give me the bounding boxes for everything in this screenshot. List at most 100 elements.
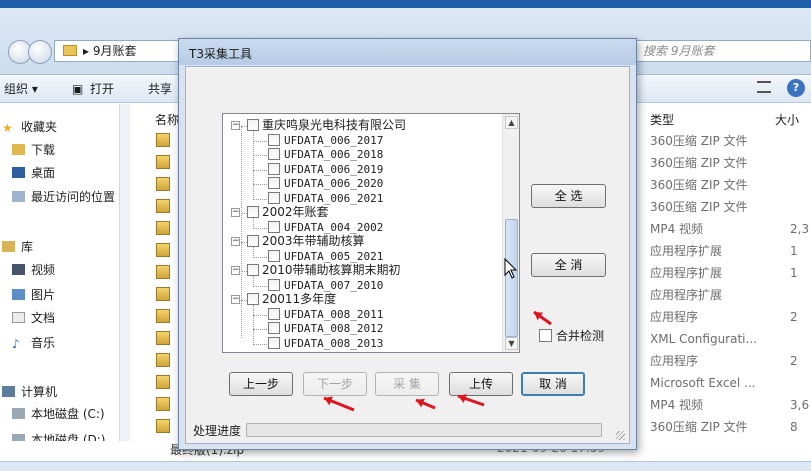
file-row[interactable]: MP4 视频 2,3 bbox=[650, 218, 811, 240]
view-options-icon[interactable] bbox=[757, 81, 771, 93]
tree-expander-icon[interactable]: − bbox=[231, 208, 240, 217]
tree-leaf-checkbox[interactable] bbox=[268, 177, 280, 189]
file-icon[interactable] bbox=[156, 309, 170, 323]
scroll-up-arrow-icon[interactable]: ▲ bbox=[505, 116, 518, 129]
sidebar-item-drive-c[interactable]: 本地磁盘 (C:) bbox=[12, 405, 105, 423]
tree-leaf-checkbox[interactable] bbox=[268, 162, 280, 175]
pictures-icon bbox=[12, 289, 25, 300]
merge-check-box[interactable] bbox=[539, 329, 552, 342]
organize-button[interactable]: 组织 ▾ bbox=[4, 80, 38, 98]
column-header-type[interactable]: 类型 bbox=[650, 111, 674, 128]
breadcrumb[interactable]: 9月账套 bbox=[93, 44, 137, 58]
dialog-title-bar[interactable]: T3采集工具 bbox=[179, 39, 636, 65]
tree-expander-icon[interactable]: − bbox=[231, 237, 240, 246]
tree-leaf-checkbox[interactable] bbox=[268, 220, 280, 233]
file-icon[interactable] bbox=[156, 177, 170, 191]
sidebar-item-favorites[interactable]: ★ 收藏夹 bbox=[2, 118, 57, 136]
file-row[interactable]: 应用程序扩展 bbox=[650, 284, 811, 306]
file-row[interactable]: 应用程序 2 bbox=[650, 306, 811, 328]
help-icon[interactable]: ? bbox=[787, 79, 805, 97]
file-row[interactable]: Microsoft Excel ... bbox=[650, 372, 811, 394]
prev-step-button[interactable]: 上一步 bbox=[229, 372, 293, 396]
file-icon[interactable] bbox=[156, 287, 170, 301]
tree-leaf-checkbox[interactable] bbox=[268, 336, 280, 349]
file-row[interactable]: 360压缩 ZIP 文件 8 bbox=[650, 416, 811, 438]
tree-expander-icon[interactable]: − bbox=[231, 121, 240, 130]
open-button[interactable]: 打开 bbox=[90, 80, 114, 98]
file-icon[interactable] bbox=[156, 155, 170, 169]
tree-expander-icon[interactable]: − bbox=[231, 295, 240, 304]
upload-button[interactable]: 上传 bbox=[449, 372, 513, 396]
column-header-size[interactable]: 大小 bbox=[775, 111, 799, 128]
sidebar-item-recent[interactable]: 最近访问的位置 bbox=[12, 188, 115, 206]
tree-node-checkbox[interactable] bbox=[247, 293, 259, 305]
sidebar-item-documents[interactable]: 文档 bbox=[12, 309, 55, 327]
forward-button[interactable] bbox=[28, 40, 52, 64]
file-row[interactable]: 360压缩 ZIP 文件 bbox=[650, 196, 811, 218]
file-row[interactable]: 360压缩 ZIP 文件 bbox=[650, 174, 811, 196]
tree-node[interactable]: − 2003年带辅助核算 bbox=[223, 234, 503, 249]
file-row[interactable]: 360压缩 ZIP 文件 bbox=[650, 130, 811, 152]
tree-connector bbox=[253, 169, 267, 171]
resize-grip-icon[interactable] bbox=[616, 431, 625, 440]
sidebar-item-desktop[interactable]: 桌面 bbox=[12, 164, 55, 182]
search-input[interactable]: 搜索 9月账套 bbox=[636, 40, 811, 62]
share-button[interactable]: 共享 bbox=[148, 80, 172, 98]
tree-leaf-checkbox[interactable] bbox=[268, 322, 280, 334]
tree-scrollbar[interactable]: ▲ ▼ bbox=[502, 114, 519, 352]
collect-button[interactable]: 采 集 bbox=[375, 372, 439, 396]
tree-leaf-checkbox[interactable] bbox=[268, 133, 280, 146]
column-header-name[interactable]: 名称 bbox=[155, 111, 179, 128]
sidebar-item-libraries[interactable]: 库 bbox=[2, 238, 33, 256]
address-bar[interactable]: ▸ 9月账套 bbox=[54, 40, 182, 62]
file-icon[interactable] bbox=[156, 265, 170, 279]
sidebar-item-videos[interactable]: 视频 bbox=[12, 261, 55, 279]
file-row[interactable]: MP4 视频 3,6 bbox=[650, 394, 811, 416]
tree-node[interactable]: − 重庆鸣泉光电科技有限公司 bbox=[223, 118, 503, 133]
select-all-button[interactable]: 全 选 bbox=[531, 184, 606, 208]
file-icon[interactable] bbox=[156, 397, 170, 411]
tree-leaf-checkbox[interactable] bbox=[268, 191, 280, 204]
file-row[interactable]: 360压缩 ZIP 文件 bbox=[650, 152, 811, 174]
tree-node-checkbox[interactable] bbox=[247, 264, 259, 276]
merge-check-checkbox[interactable]: 合并检测 bbox=[539, 329, 604, 343]
file-icon[interactable] bbox=[156, 133, 170, 147]
tree-node-checkbox[interactable] bbox=[247, 235, 259, 247]
tree-connector bbox=[253, 131, 254, 200]
file-icon[interactable] bbox=[156, 353, 170, 367]
file-row[interactable]: 应用程序 2 bbox=[650, 350, 811, 372]
file-row[interactable]: XML Configurati... bbox=[650, 328, 811, 350]
account-tree[interactable]: − 重庆鸣泉光电科技有限公司 UFDATA_006_2017 UFDATA_006_2… bbox=[222, 113, 520, 353]
tree-node[interactable]: − 2002年账套 bbox=[223, 205, 503, 220]
file-icon[interactable] bbox=[156, 243, 170, 257]
tree-leaf-checkbox[interactable] bbox=[268, 148, 280, 160]
scroll-down-arrow-icon[interactable]: ▼ bbox=[505, 337, 518, 350]
tree-leaf-checkbox[interactable] bbox=[268, 307, 280, 320]
documents-icon bbox=[12, 312, 25, 323]
file-row[interactable]: 应用程序扩展 1 bbox=[650, 262, 811, 284]
tree-node-label: 2003年带辅助核算 bbox=[262, 234, 365, 248]
tree-leaf-checkbox[interactable] bbox=[268, 249, 280, 262]
sidebar-item-computer[interactable]: 计算机 bbox=[2, 383, 57, 401]
file-icon[interactable] bbox=[156, 221, 170, 235]
file-icon[interactable] bbox=[156, 199, 170, 213]
dialog-title: T3采集工具 bbox=[189, 47, 252, 61]
file-icon[interactable] bbox=[156, 419, 170, 433]
file-row[interactable]: 应用程序扩展 1 bbox=[650, 240, 811, 262]
tree-node-checkbox[interactable] bbox=[247, 206, 259, 218]
file-icon[interactable] bbox=[156, 375, 170, 389]
tree-leaf-checkbox[interactable] bbox=[268, 278, 280, 291]
tree-node[interactable]: − 2010带辅助核算期末期初 bbox=[223, 263, 503, 278]
file-type: 应用程序扩展 bbox=[650, 288, 723, 302]
navigation-scrollbar[interactable] bbox=[119, 104, 130, 464]
tree-node-checkbox[interactable] bbox=[247, 119, 259, 131]
tree-node[interactable]: − 20011多年度 bbox=[223, 292, 503, 307]
next-step-button[interactable]: 下一步 bbox=[303, 372, 367, 396]
sidebar-item-music[interactable]: ♪ 音乐 bbox=[12, 334, 55, 352]
sidebar-item-downloads[interactable]: 下载 bbox=[12, 141, 55, 159]
file-icon[interactable] bbox=[156, 331, 170, 345]
sidebar-item-pictures[interactable]: 图片 bbox=[12, 286, 55, 304]
tree-expander-icon[interactable]: − bbox=[231, 266, 240, 275]
cancel-button[interactable]: 取 消 bbox=[521, 372, 585, 396]
clear-all-button[interactable]: 全 消 bbox=[531, 253, 606, 277]
